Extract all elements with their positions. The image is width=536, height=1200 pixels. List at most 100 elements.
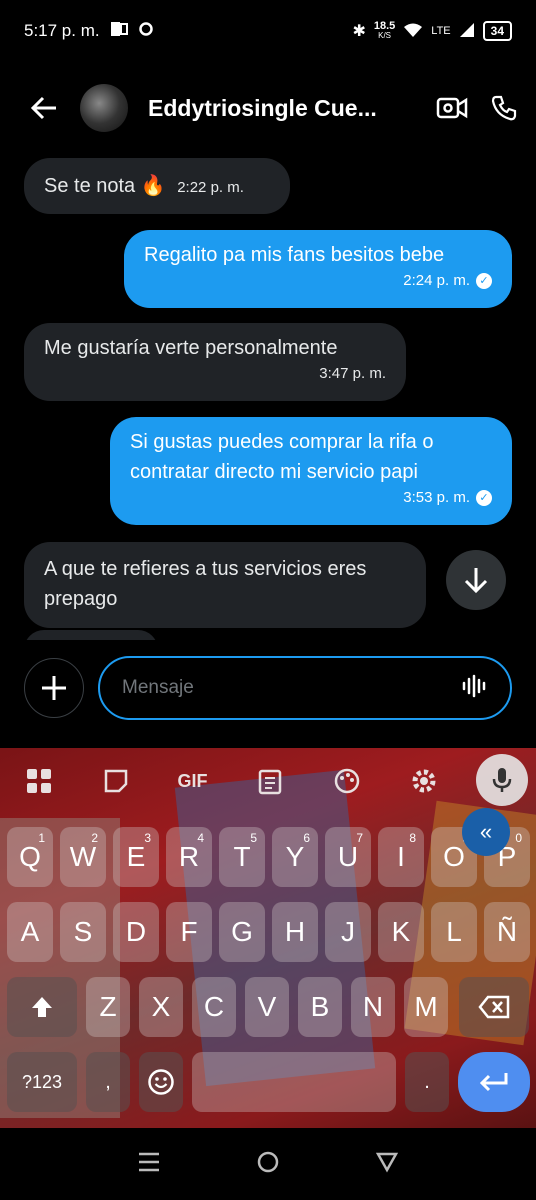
key-hint: 5 (250, 831, 257, 845)
sync-icon (138, 21, 154, 42)
avatar[interactable] (80, 84, 128, 132)
clipboard-button[interactable] (231, 748, 308, 814)
key-label: C (203, 991, 225, 1022)
gif-button[interactable]: GIF (154, 748, 231, 814)
message-bubble-outgoing[interactable]: Regalito pa mis fans besitos bebe 2:24 p… (124, 230, 512, 308)
key-label: E (126, 841, 146, 872)
key-label: X (151, 991, 171, 1022)
phone-icon (491, 95, 517, 121)
key-hint: 1 (38, 831, 45, 845)
key-label: F (180, 916, 198, 947)
key-v[interactable]: V (245, 977, 289, 1037)
add-attachment-button[interactable] (24, 658, 84, 718)
signal-icon (459, 22, 475, 41)
key-w[interactable]: W2 (60, 827, 106, 887)
key-period[interactable]: . (405, 1052, 449, 1112)
scroll-to-bottom-button[interactable] (446, 550, 506, 610)
key-ñ[interactable]: Ñ (484, 902, 530, 962)
office-icon (110, 20, 128, 43)
key-h[interactable]: H (272, 902, 318, 962)
collapse-keyboard-button[interactable]: « (462, 808, 510, 856)
key-j[interactable]: J (325, 902, 371, 962)
key-e[interactable]: E3 (113, 827, 159, 887)
key-symbols[interactable]: ?123 (7, 1052, 77, 1112)
key-label: V (257, 991, 277, 1022)
key-u[interactable]: U7 (325, 827, 371, 887)
key-label: H (284, 916, 306, 947)
circle-home-icon (257, 1151, 279, 1172)
voice-message-button[interactable] (462, 674, 488, 703)
key-label: G (231, 916, 253, 947)
key-f[interactable]: F (166, 902, 212, 962)
key-label: N (362, 991, 384, 1022)
key-backspace[interactable] (459, 977, 529, 1037)
key-label: R (178, 841, 200, 872)
key-d[interactable]: D (113, 902, 159, 962)
key-s[interactable]: S (60, 902, 106, 962)
emoji-icon (148, 1069, 174, 1095)
apps-button[interactable] (0, 748, 77, 814)
key-label: Y (285, 841, 305, 872)
key-b[interactable]: B (298, 977, 342, 1037)
key-m[interactable]: M (404, 977, 448, 1037)
key-label: T (233, 841, 251, 872)
key-shift[interactable] (7, 977, 77, 1037)
key-emoji[interactable] (139, 1052, 183, 1112)
key-z[interactable]: Z (86, 977, 130, 1037)
video-camera-icon (436, 97, 468, 119)
key-g[interactable]: G (219, 902, 265, 962)
voice-call-button[interactable] (482, 86, 526, 130)
status-bar: 5:17 p. m. ✱ 18.5 K/S LTE 34 (0, 0, 536, 62)
key-i[interactable]: I8 (378, 827, 424, 887)
clipboard-icon (258, 769, 281, 795)
message-input-placeholder: Mensaje (122, 677, 194, 698)
key-label: Q (19, 841, 41, 872)
key-c[interactable]: C (192, 977, 236, 1037)
key-n[interactable]: N (351, 977, 395, 1037)
video-call-button[interactable] (430, 86, 474, 130)
shift-arrow-icon (32, 997, 52, 1017)
chat-title[interactable]: Eddytriosingle Cue... (148, 95, 408, 122)
key-label: L (446, 916, 462, 947)
message-input[interactable]: Mensaje (98, 656, 512, 720)
recents-button[interactable] (137, 1151, 161, 1178)
battery-level: 34 (482, 21, 512, 41)
key-label: O (443, 841, 465, 872)
arrow-left-icon (30, 96, 56, 120)
message-bubble-incoming[interactable] (24, 630, 158, 640)
wifi-icon (403, 22, 423, 41)
key-space[interactable] (192, 1052, 396, 1112)
key-y[interactable]: Y6 (272, 827, 318, 887)
sticker-button[interactable] (77, 748, 154, 814)
key-label: B (310, 991, 330, 1022)
backspace-icon (478, 995, 510, 1019)
message-bubble-outgoing[interactable]: Si gustas puedes comprar la rifa o contr… (110, 417, 512, 525)
key-label: Z (99, 991, 117, 1022)
theme-button[interactable] (308, 748, 385, 814)
key-comma[interactable]: , (86, 1052, 130, 1112)
double-chevron-left-icon: « (479, 819, 493, 844)
keyboard-toolbar: GIF (0, 748, 536, 814)
key-label: Ñ (496, 916, 518, 947)
status-time: 5:17 p. m. (24, 21, 100, 40)
key-l[interactable]: L (431, 902, 477, 962)
home-button[interactable] (256, 1150, 280, 1179)
message-bubble-incoming[interactable]: Me gustaría verte personalmente 3:47 p. … (24, 323, 406, 401)
key-q[interactable]: Q1 (7, 827, 53, 887)
key-k[interactable]: K (378, 902, 424, 962)
key-x[interactable]: X (139, 977, 183, 1037)
voice-input-button[interactable] (476, 754, 528, 806)
settings-button[interactable] (385, 748, 462, 814)
key-enter[interactable] (458, 1052, 530, 1112)
message-bubble-incoming[interactable]: A que te refieres a tus servicios eres p… (24, 542, 426, 628)
apps-icon (26, 769, 51, 793)
message-text: Regalito pa mis fans besitos bebe (144, 244, 445, 266)
key-a[interactable]: A (7, 902, 53, 962)
message-bubble-incoming[interactable]: Se te nota 🔥 2:22 p. m. (24, 158, 290, 214)
on-screen-keyboard: GIF « Q1W2E3R4T5Y6U7I8O9P0ASDFGHJKLÑZXCV… (0, 748, 536, 1128)
back-nav-button[interactable] (375, 1151, 399, 1178)
key-label: J (341, 916, 355, 947)
key-t[interactable]: T5 (219, 827, 265, 887)
key-r[interactable]: R4 (166, 827, 212, 887)
back-button[interactable] (20, 84, 68, 132)
